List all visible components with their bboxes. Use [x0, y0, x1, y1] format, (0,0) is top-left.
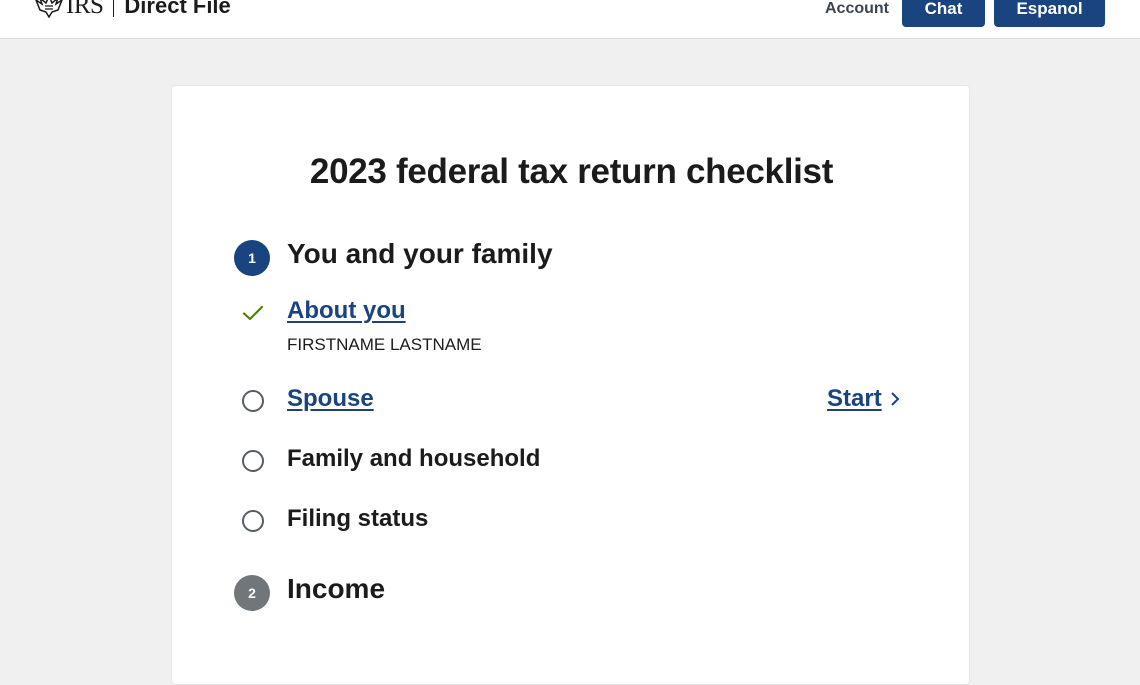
empty-circle-icon — [242, 510, 264, 532]
check-icon — [242, 305, 264, 321]
checklist-item-spouse[interactable]: Spouse — [287, 385, 374, 413]
irs-eagle-icon — [35, 0, 63, 18]
site-header: IRS Direct File Account Chat Espanol — [0, 0, 1140, 39]
chevron-right-icon — [890, 392, 900, 406]
step-number-badge: 1 — [234, 240, 270, 276]
checklist-item-family-and-household: Family and household — [287, 445, 541, 472]
spouse-start-link[interactable]: Start — [827, 385, 900, 413]
checklist-card: 2023 federal tax return checklist 1 You … — [171, 85, 970, 685]
logo-divider — [113, 0, 115, 17]
section-title-income: Income — [287, 573, 386, 604]
page-title: 2023 federal tax return checklist — [309, 152, 834, 191]
espanol-button[interactable]: Espanol — [994, 0, 1105, 27]
account-link[interactable]: Account — [825, 0, 889, 18]
section-title-you-and-your-family: You and your family — [287, 238, 553, 269]
chat-button[interactable]: Chat — [902, 0, 985, 27]
irs-logo: IRS — [34, 0, 104, 20]
logo-agency-text: IRS — [66, 0, 104, 19]
step-number-badge: 2 — [234, 575, 270, 611]
empty-circle-icon — [242, 450, 264, 472]
checklist-item-filing-status: Filing status — [287, 505, 429, 532]
about-you-name: FIRSTNAME LASTNAME — [287, 335, 482, 354]
logo[interactable]: IRS Direct File — [34, 0, 231, 20]
checklist-item-about-you[interactable]: About you — [287, 297, 406, 325]
logo-product-name: Direct File — [124, 0, 231, 18]
start-link-label: Start — [827, 385, 882, 412]
empty-circle-icon — [242, 390, 264, 412]
